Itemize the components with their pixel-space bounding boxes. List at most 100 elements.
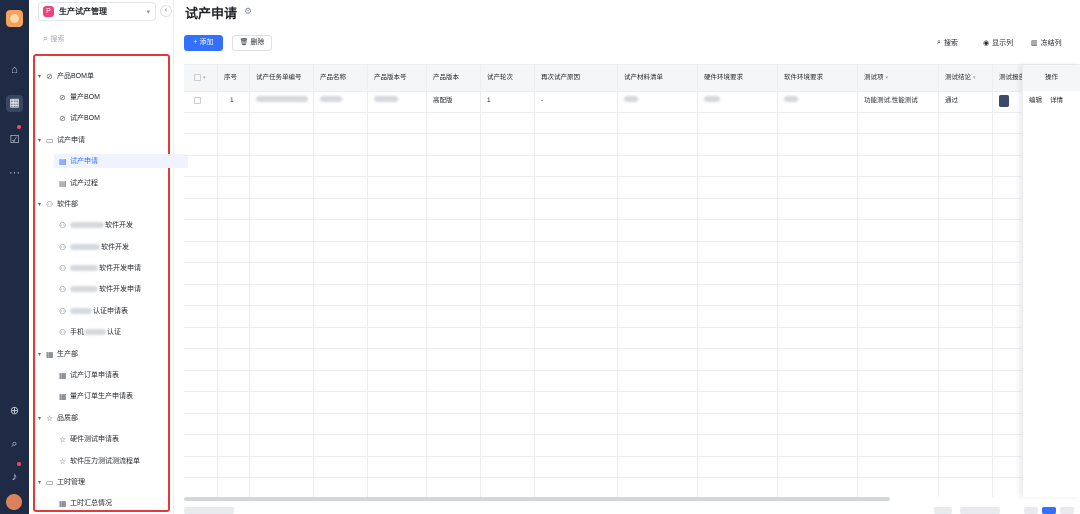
search-icon[interactable]: ⌕ [6,436,23,453]
chevron-down-icon: ▾ [973,75,976,81]
tree-item-trial-apply[interactable]: ▤ 试产申请 [54,154,188,168]
tree-group-bom[interactable]: ▾ ⊘ 产品BOM单 [38,69,94,83]
pagination-page[interactable] [1024,507,1038,514]
add-button[interactable]: + 添加 [184,35,223,51]
tree-item-qa-1[interactable]: ☆ 硬件测试申请表 [59,432,119,446]
tree-group-label: 产品BOM单 [57,73,94,80]
dept-icon: ⚇ [46,199,54,209]
grid-icon[interactable]: ▦ [6,95,23,112]
sidebar-search[interactable]: ⌕ 搜索 [43,34,64,44]
col-header-version[interactable]: 产品版本 [427,65,480,91]
app-switcher[interactable]: P 生产试产管理 ▾ [38,2,156,21]
horizontal-scrollbar[interactable] [184,497,890,501]
pagination-next[interactable] [1060,507,1074,514]
report-file-icon[interactable] [999,95,1009,107]
col-header-hw-env[interactable]: 硬件环境要求 [698,65,777,91]
cell-test-report[interactable] [993,91,1022,111]
cell-test-result: 通过 [945,97,958,104]
select-all-checkbox[interactable]: ▾ [188,65,217,91]
tree-item-mass-bom[interactable]: ⊘ 量产BOM [59,90,100,104]
tree-item-sw-2[interactable]: ⚇ 软件开发 [59,240,129,254]
redacted-text [70,286,98,292]
bom-icon: ⊘ [59,113,66,123]
tree-group-label: 试产申请 [57,137,85,144]
eye-icon: ◉ [983,40,990,47]
col-header-test-report[interactable]: 测试报告 [993,65,1022,91]
redacted-text [70,308,92,314]
redacted-text [70,222,104,228]
show-columns-tool[interactable]: ◉ 显示列 [983,38,1013,48]
tree-item-time-1[interactable]: ▦ 工时汇总情况 [59,496,112,510]
search-icon: ⌕ [937,39,941,46]
tree-item-prod-1[interactable]: ▦ 试产订单申请表 [59,368,119,382]
tree-group-production[interactable]: ▾ ▦ 生产部 [38,347,78,361]
tree-item-trial-process[interactable]: ▤ 试产过程 [59,176,98,190]
col-header-task-no[interactable]: 试产任务单编号 [250,65,313,91]
chevron-down-icon: ▾ [146,8,150,16]
tree-group-trial[interactable]: ▾ ▭ 试产申请 [38,133,85,147]
tree-item-sw-1[interactable]: ⚇ 软件开发 [59,218,133,232]
tree-group-software[interactable]: ▾ ⚇ 软件部 [38,197,78,211]
tree-item-sw-3[interactable]: ⚇ 软件开发申请 [59,261,141,275]
edit-link[interactable]: 编辑 [1029,91,1042,111]
tree-item-label-prefix: 手机 [70,329,84,336]
folder-icon: ▭ [46,135,54,145]
bell-icon[interactable]: ♪ [6,469,23,486]
tree-item-qa-2[interactable]: ☆ 软件压力测试测流程单 [59,454,140,468]
col-header-ops: 操作 [1023,65,1080,91]
pagination-current[interactable] [1042,507,1056,514]
home-icon[interactable]: ⌂ [6,62,23,79]
cell-hw-env [698,91,777,111]
col-header-reason[interactable]: 再次试产原因 [535,65,617,91]
col-header-round[interactable]: 试产轮次 [481,65,534,91]
cell-version-no [368,91,426,111]
chevron-down-icon: ▾ [38,137,42,144]
collapse-sidebar-button[interactable]: ‹ [160,5,172,17]
col-header-test-result[interactable]: 测试结论 ▾ [939,65,992,91]
tree-item-label: 试产过程 [70,180,98,187]
chevron-down-icon: ▾ [885,75,889,81]
grid-icon: ▦ [46,349,54,359]
grid-icon: ▦ [59,370,67,380]
avatar[interactable] [6,494,22,510]
col-header-material[interactable]: 试产材料清单 [618,65,697,91]
dept-icon: ⚇ [59,263,67,273]
page-size-select[interactable] [960,507,1000,514]
col-header-version-no[interactable]: 产品版本号 [368,65,426,91]
col-header-test-result-label: 测试结论 [945,74,971,81]
freeze-columns-tool[interactable]: ▥ 冻结列 [1031,38,1062,48]
tree-item-trial-bom[interactable]: ⊘ 试产BOM [59,111,100,125]
bell-dot [17,462,21,466]
tree-item-sw-4[interactable]: ⚇ 软件开发申请 [59,282,141,296]
tree-item-label: 软件开发申请 [99,286,141,293]
row-actions: 编辑 详情 [1023,91,1080,111]
sidebar: P 生产试产管理 ▾ ‹ ⌕ 搜索 ▾ ⊘ 产品BOM单 ⊘ 量产BOM ⊘ 试… [29,0,188,514]
tree-group-label: 工时管理 [57,479,85,486]
more-icon[interactable]: ··· [6,165,23,182]
gear-icon[interactable]: ⚙ [244,6,252,17]
add-icon[interactable]: ⊕ [6,403,23,420]
checklist-icon[interactable]: ☑ [6,132,23,149]
bom-icon: ⊘ [59,92,66,102]
search-tool[interactable]: ⌕ 搜索 [937,38,958,48]
pagination-prev[interactable] [934,507,952,514]
delete-button[interactable]: 🗑 删除 [232,35,272,51]
col-header-sw-env[interactable]: 软件环境要求 [778,65,857,91]
col-header-test-item[interactable]: 测试项 ▾ [858,65,938,91]
tree-item-prod-2[interactable]: ▦ 量产订单生产申请表 [59,389,133,403]
tree-group-timesheet[interactable]: ▾ ▭ 工时管理 [38,475,85,489]
tree-item-sw-6[interactable]: ⚇ 手机 认证 [59,325,121,339]
detail-link[interactable]: 详情 [1050,91,1063,111]
row-checkbox[interactable] [188,91,217,111]
org-logo[interactable] [6,10,23,27]
col-header-product-name[interactable]: 产品名称 [314,65,367,91]
dept-icon: ⚇ [59,327,67,337]
redacted-text [70,265,98,271]
dept-icon: ⚇ [59,284,67,294]
cell-reason: - [541,97,544,104]
tree-item-sw-5[interactable]: ⚇ 认证申请表 [59,304,128,318]
tree-group-quality[interactable]: ▾ ☆ 品质部 [38,411,78,425]
trash-icon: 🗑 [239,39,249,46]
tree-item-label: 硬件测试申请表 [70,436,119,443]
grid-icon: ▦ [59,498,67,508]
